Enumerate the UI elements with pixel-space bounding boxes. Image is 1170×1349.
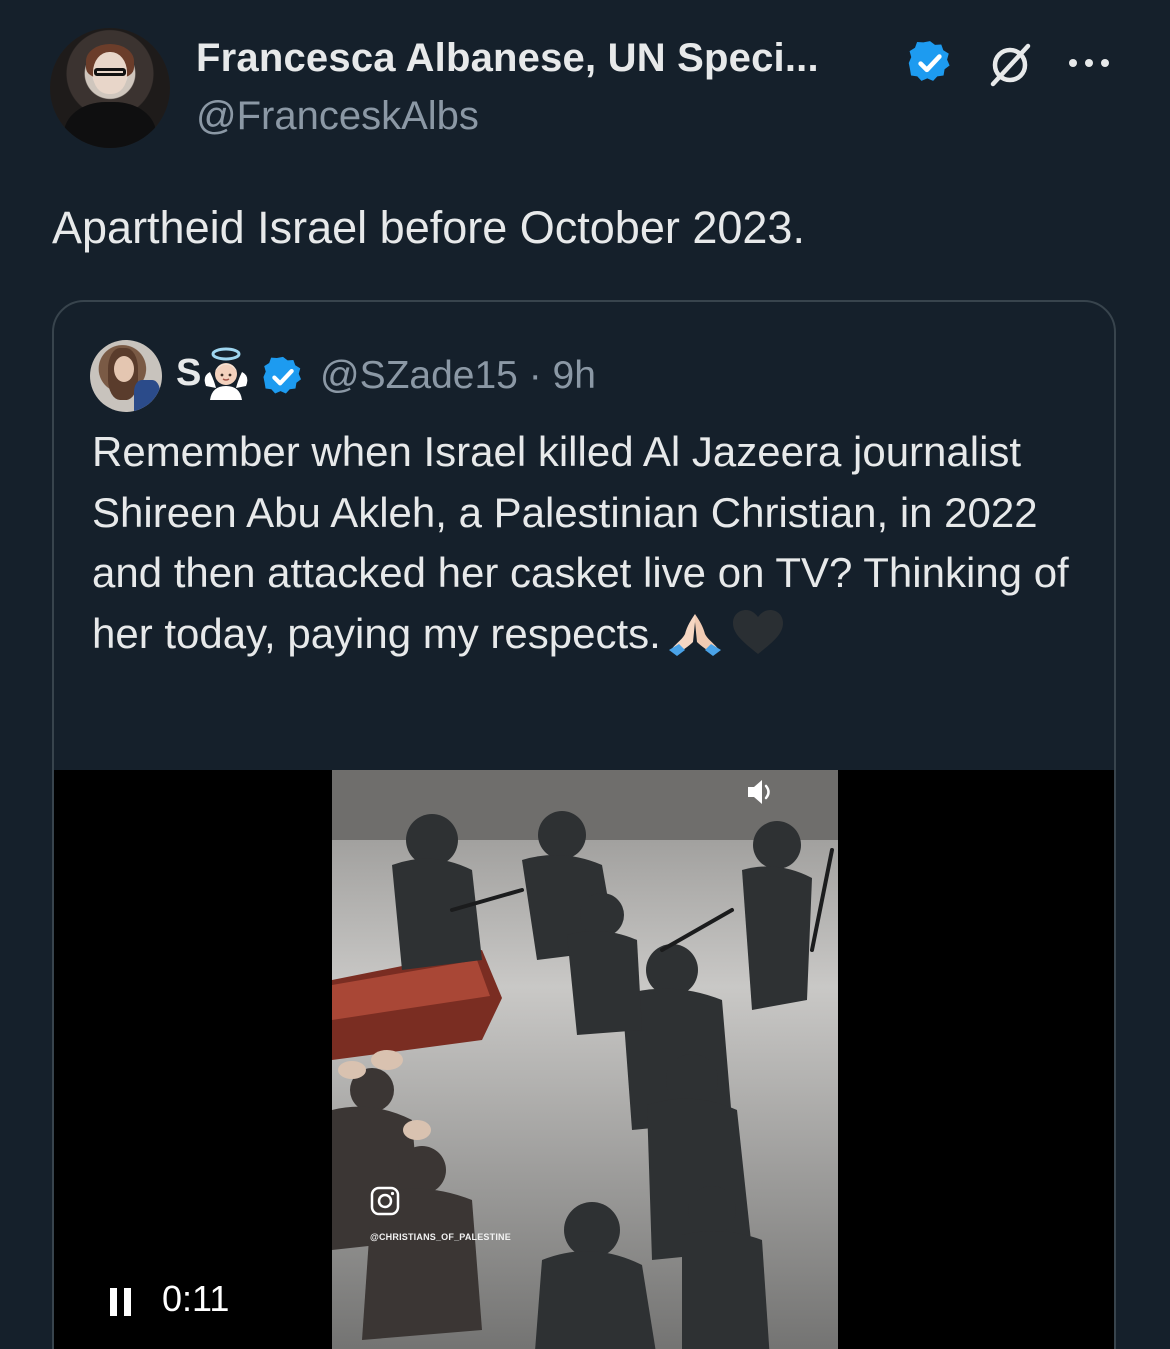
video-frame[interactable]: @CHRISTIANS_OF_PALESTINE: [332, 770, 838, 1349]
quoted-tweet-card[interactable]: S @SZade15 · 9h Remember when Israel kil…: [52, 300, 1116, 1349]
volume-icon[interactable]: [742, 774, 778, 810]
quoted-author-name[interactable]: S: [176, 352, 201, 395]
video-still-image: [332, 770, 838, 1349]
quoted-author-avatar[interactable]: [90, 340, 162, 412]
author-avatar[interactable]: [50, 28, 170, 148]
quoted-handle-and-time[interactable]: @SZade15 · 9h: [320, 354, 596, 398]
tweet-page: Francesca Albanese, UN Speci... @Frances…: [0, 0, 1170, 1349]
video-player[interactable]: @CHRISTIANS_OF_PALESTINE 0:11: [54, 770, 1114, 1349]
video-elapsed-time: 0:11: [162, 1278, 230, 1319]
grok-icon[interactable]: [985, 40, 1035, 90]
quoted-tweet-body: Remember when Israel killed Al Jazeera j…: [92, 428, 1069, 657]
video-watermark: @CHRISTIANS_OF_PALESTINE: [370, 1232, 511, 1242]
verified-badge-icon: [263, 356, 302, 394]
quoted-tweet-text: Remember when Israel killed Al Jazeera j…: [92, 422, 1092, 664]
author-display-name[interactable]: Francesca Albanese, UN Speci...: [196, 36, 819, 81]
pause-icon[interactable]: [108, 1286, 134, 1318]
tweet-text: Apartheid Israel before October 2023.: [52, 202, 805, 253]
praying-hands-emoji: [668, 613, 721, 656]
instagram-icon: [370, 1186, 400, 1216]
quoted-tweet-header: S @SZade15 · 9h: [90, 340, 1090, 414]
angel-emoji-icon: [204, 347, 248, 400]
author-handle[interactable]: @FranceskAlbs: [196, 94, 479, 139]
more-options-icon[interactable]: [1065, 53, 1113, 73]
verified-badge-icon: [908, 41, 950, 81]
tweet-header: Francesca Albanese, UN Speci... @Frances…: [50, 28, 1140, 150]
black-heart-emoji: [732, 609, 783, 654]
